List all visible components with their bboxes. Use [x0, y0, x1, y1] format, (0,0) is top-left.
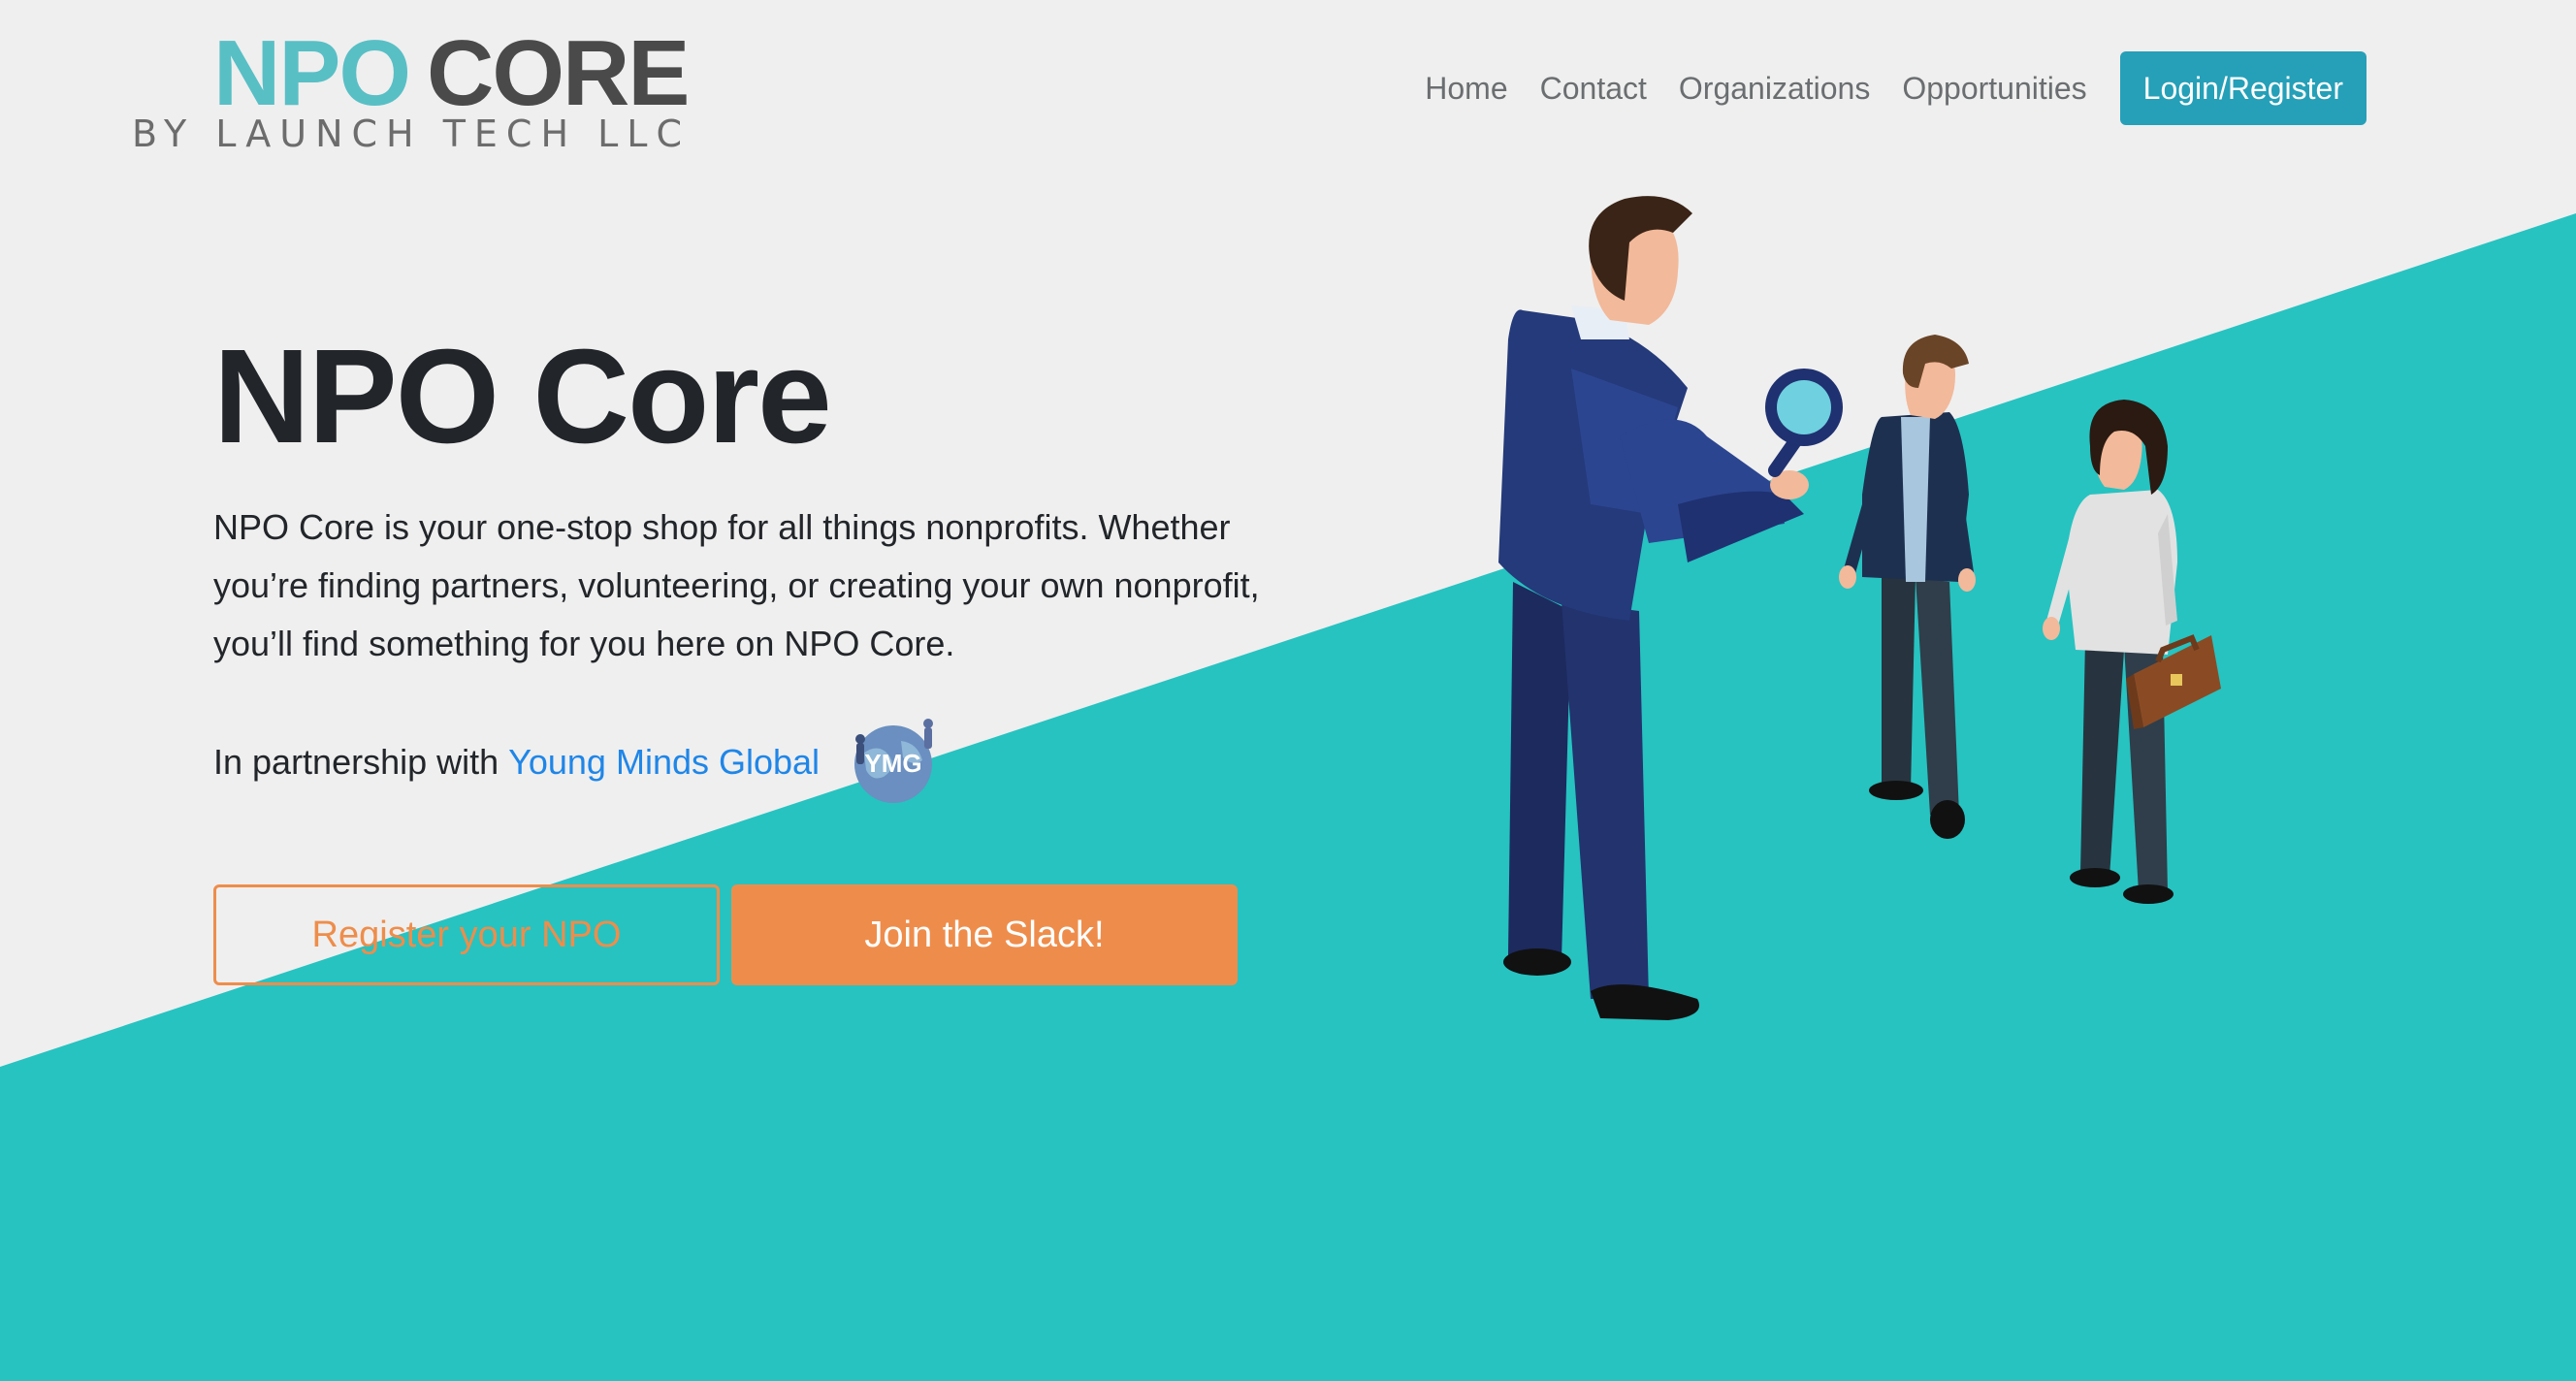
- nav-organizations[interactable]: Organizations: [1679, 71, 1870, 107]
- nav-home[interactable]: Home: [1425, 71, 1507, 107]
- ymg-logo-text: YMG: [864, 749, 921, 778]
- man-with-magnifier: [1498, 196, 1843, 1020]
- ymg-logo-icon: YMG: [854, 719, 934, 803]
- logo-core: CORE: [427, 21, 690, 125]
- logo-wordmark: NPO CORE: [213, 27, 690, 120]
- hero-buttons: Register your NPO Join the Slack!: [213, 884, 1238, 985]
- nav-opportunities[interactable]: Opportunities: [1902, 71, 2086, 107]
- woman-with-briefcase: [2043, 400, 2221, 904]
- partner-prefix: In partnership with: [213, 742, 499, 782]
- partner-link[interactable]: Young Minds Global: [508, 733, 820, 791]
- business-people-illustration: [1498, 196, 2221, 1020]
- logo-tagline: BY LAUNCH TECH LLC: [131, 112, 691, 155]
- logo-npo: NPO: [213, 21, 411, 125]
- site-logo[interactable]: NPO CORE BY LAUNCH TECH LLC: [132, 27, 698, 156]
- login-register-button[interactable]: Login/Register: [2119, 51, 2367, 125]
- hero-section: NPO Core NPO Core is your one-stop shop …: [213, 330, 1280, 811]
- register-npo-button[interactable]: Register your NPO: [213, 884, 720, 985]
- hero-title: NPO Core: [213, 322, 832, 471]
- man-standing: [1839, 335, 1976, 839]
- join-slack-button[interactable]: Join the Slack!: [731, 884, 1238, 985]
- main-nav: Home Contact Organizations Opportunities…: [1393, 50, 2367, 126]
- nav-contact[interactable]: Contact: [1540, 71, 1647, 107]
- hero-description: NPO Core is your one-stop shop for all t…: [213, 507, 1260, 663]
- partnership-line: In partnership with Young Minds Global Y…: [213, 714, 1280, 811]
